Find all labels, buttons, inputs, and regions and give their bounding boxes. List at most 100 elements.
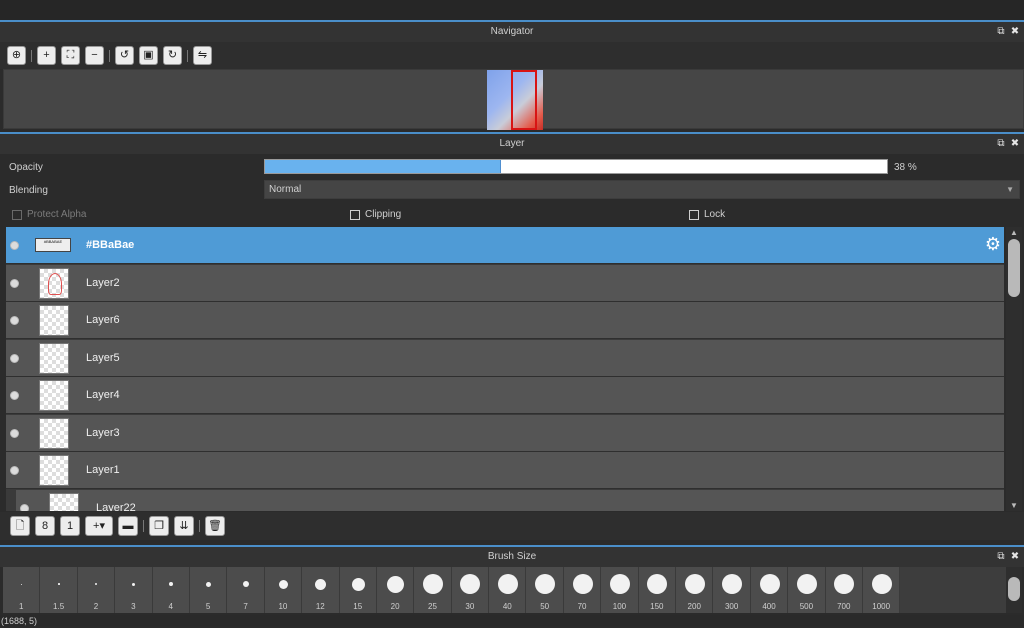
brush-size-option-4[interactable]: 4	[152, 567, 190, 613]
layer-row[interactable]: Layer5	[6, 340, 1004, 377]
close-icon[interactable]: ✖	[1010, 27, 1020, 37]
fit-window-icon[interactable]: ⛶	[61, 46, 80, 65]
brush-size-grid: 1 1.5 2 3 4 5 7 10 12 15 20 25 30 40 50 70 100 150 200 300 4…	[3, 567, 1007, 613]
protect-alpha-checkbox[interactable]: Protect Alpha	[12, 209, 86, 220]
new-1bit-layer-icon[interactable]: 1	[60, 516, 80, 536]
brush-size-option-30[interactable]: 30	[451, 567, 490, 613]
navigator-preview[interactable]	[3, 69, 1024, 130]
brush-size-option-1[interactable]: 1	[3, 567, 41, 613]
flip-horizontal-icon[interactable]: ⇋	[193, 46, 212, 65]
scroll-down-icon[interactable]: ▼	[1010, 501, 1018, 510]
layer-row[interactable]: Layer2	[6, 265, 1004, 302]
rotate-right-icon[interactable]: ↻	[163, 46, 182, 65]
brush-size-label: 1000	[872, 602, 891, 611]
brush-size-dot	[722, 574, 743, 594]
brush-size-dot	[95, 583, 98, 585]
fit-actual-icon[interactable]: ▣	[139, 46, 158, 65]
brush-size-option-3[interactable]: 3	[115, 567, 153, 613]
brush-size-dot	[460, 574, 481, 594]
new-layer-icon[interactable]: 🗋	[10, 516, 30, 536]
brush-size-option-700[interactable]: 700	[825, 567, 863, 613]
brush-size-option-150[interactable]: 150	[638, 567, 677, 613]
new-8bit-layer-icon[interactable]: 8	[35, 516, 55, 536]
scroll-up-icon[interactable]: ▲	[1010, 228, 1018, 237]
brush-size-label: 700	[837, 602, 851, 611]
layer-row[interactable]: Layer22	[16, 490, 1004, 511]
brush-size-option-500[interactable]: 500	[788, 567, 826, 613]
brush-size-option-12[interactable]: 12	[302, 567, 340, 613]
brush-size-option-2[interactable]: 2	[77, 567, 116, 613]
float-panel-icon[interactable]: ⧉	[996, 139, 1006, 149]
visibility-toggle-icon[interactable]	[10, 241, 19, 250]
gear-icon[interactable]: ⚙	[985, 235, 1001, 253]
float-panel-icon[interactable]: ⧉	[996, 27, 1006, 37]
layer-thumbnail	[39, 305, 69, 336]
brush-size-scrollbar[interactable]	[1006, 567, 1022, 613]
layer-title: Layer	[499, 138, 525, 149]
layer-row[interactable]: Layer3	[6, 415, 1004, 452]
brush-size-option-7[interactable]: 7	[227, 567, 265, 613]
close-icon[interactable]: ✖	[1010, 139, 1020, 149]
brush-size-option-40[interactable]: 40	[489, 567, 527, 613]
visibility-toggle-icon[interactable]	[10, 429, 19, 438]
brush-size-option-10[interactable]: 10	[264, 567, 303, 613]
brush-size-option-200[interactable]: 200	[676, 567, 714, 613]
opacity-slider[interactable]	[264, 159, 888, 174]
navigator-title: Navigator	[490, 26, 534, 37]
brush-size-label: 400	[762, 602, 776, 611]
brush-size-dot	[497, 574, 518, 594]
float-panel-icon[interactable]: ⧉	[996, 552, 1006, 562]
brush-size-option-1.5[interactable]: 1.5	[40, 567, 78, 613]
layer-name: Layer4	[86, 389, 120, 401]
visibility-toggle-icon[interactable]	[10, 279, 19, 288]
brush-size-dot	[132, 582, 136, 586]
brush-size-option-70[interactable]: 70	[563, 567, 602, 613]
folder-icon[interactable]: ▬	[118, 516, 138, 536]
brush-size-dot	[387, 575, 405, 593]
layer-list-scrollbar[interactable]: ▲ ▼	[1006, 227, 1022, 511]
merge-layer-icon[interactable]: ⇊	[174, 516, 194, 536]
visibility-toggle-icon[interactable]	[10, 354, 19, 363]
brush-size-option-100[interactable]: 100	[601, 567, 639, 613]
close-icon[interactable]: ✖	[1010, 552, 1020, 562]
brush-size-option-300[interactable]: 300	[713, 567, 751, 613]
scrollbar-thumb[interactable]	[1008, 239, 1020, 297]
brush-size-option-15[interactable]: 15	[339, 567, 377, 613]
brush-size-label: 200	[687, 602, 701, 611]
trash-icon[interactable]: 🗑	[205, 516, 225, 536]
protect-alpha-label: Protect Alpha	[27, 209, 87, 220]
layer-row[interactable]: Layer4	[6, 377, 1004, 414]
layer-row[interactable]: #BBABAE #BBaBae ⚙	[6, 227, 1004, 264]
brush-size-option-400[interactable]: 400	[750, 567, 789, 613]
layer-name: Layer3	[86, 427, 120, 439]
brush-size-label: 7	[243, 602, 248, 611]
brush-size-option-1000[interactable]: 1000	[862, 567, 901, 613]
layer-row[interactable]: Layer1	[6, 452, 1004, 489]
brush-size-option-25[interactable]: 25	[414, 567, 452, 613]
add-layer-dropdown-icon[interactable]: +▾	[85, 516, 113, 536]
brush-size-dot	[243, 581, 250, 587]
visibility-toggle-icon[interactable]	[10, 316, 19, 325]
lock-checkbox[interactable]: Lock	[689, 209, 725, 220]
navigator-title-bar: Navigator ⧉ ✖	[0, 20, 1024, 42]
layer-row[interactable]: Layer6	[6, 302, 1004, 339]
clipping-checkbox[interactable]: Clipping	[350, 209, 401, 220]
thumbnail-text: #BBABAE	[43, 239, 63, 244]
visibility-toggle-icon[interactable]	[10, 391, 19, 400]
visibility-toggle-icon[interactable]	[20, 504, 29, 511]
blending-select[interactable]: Normal ▼	[264, 180, 1020, 199]
zoom-reset-icon[interactable]: ⊕	[7, 46, 26, 65]
brush-size-option-20[interactable]: 20	[376, 567, 415, 613]
separator	[31, 49, 32, 62]
zoom-in-icon[interactable]: +	[37, 46, 56, 65]
layer-thumbnail	[39, 455, 69, 486]
viewport-frame[interactable]	[511, 70, 537, 130]
brush-size-label: 10	[278, 602, 288, 611]
visibility-toggle-icon[interactable]	[10, 466, 19, 475]
duplicate-layer-icon[interactable]: ❐	[149, 516, 169, 536]
brush-size-option-50[interactable]: 50	[526, 567, 564, 613]
rotate-left-icon[interactable]: ↺	[115, 46, 134, 65]
brush-size-option-5[interactable]: 5	[189, 567, 228, 613]
scrollbar-thumb[interactable]	[1008, 577, 1020, 601]
zoom-out-icon[interactable]: −	[85, 46, 104, 65]
